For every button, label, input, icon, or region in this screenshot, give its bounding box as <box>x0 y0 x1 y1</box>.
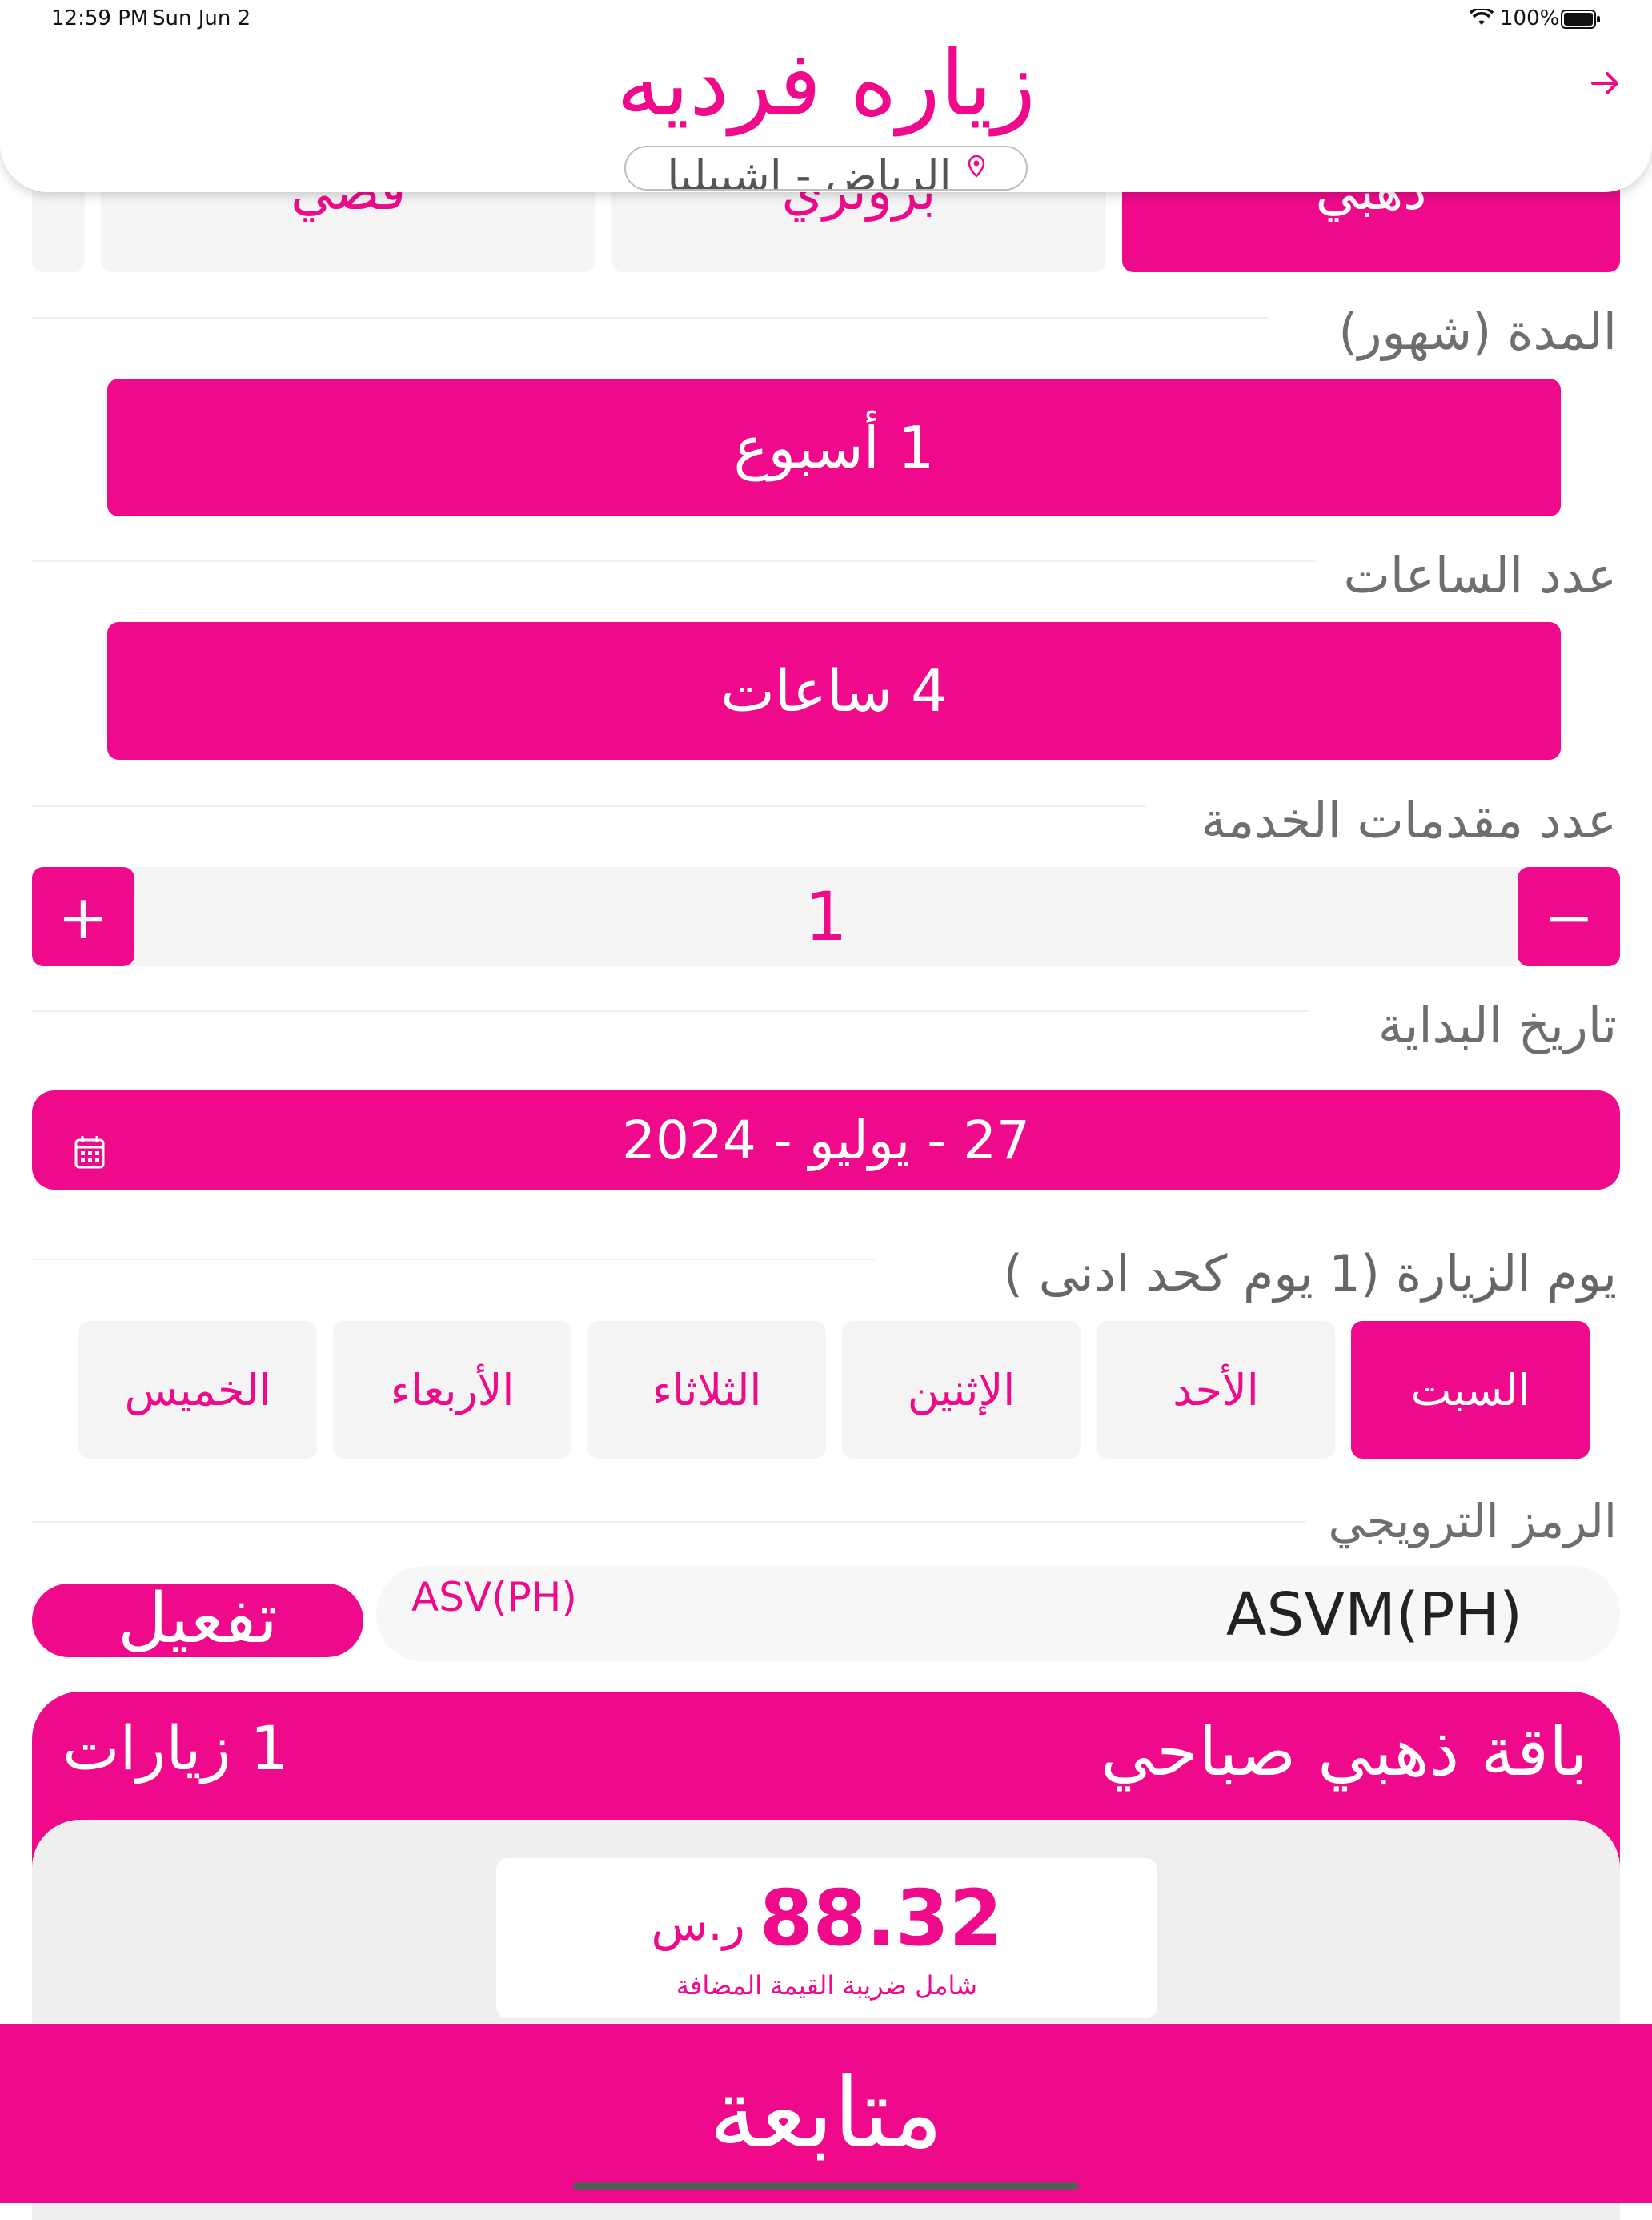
visit-day-label: يوم الزيارة (1 يوم كحد ادنى ) <box>1004 1244 1617 1303</box>
day-tuesday[interactable]: الثلاثاء <box>587 1321 826 1459</box>
duration-selector[interactable]: 1 أسبوع <box>107 379 1561 516</box>
duration-value: 1 أسبوع <box>733 414 935 481</box>
divider <box>32 1521 1306 1523</box>
wifi-icon <box>1469 6 1494 32</box>
divider <box>32 560 1316 562</box>
activate-label: تفعيل <box>117 1584 278 1657</box>
package-name: باقة ذهبي صباحي <box>1101 1712 1588 1791</box>
divider <box>32 805 1146 807</box>
visit-day-title: يوم الزيارة <box>1395 1244 1617 1303</box>
promo-hint: ASV(PH) <box>411 1574 577 1620</box>
hours-label: عدد الساعات <box>1343 546 1617 604</box>
promo-code-value: ASVM(PH) <box>1225 1580 1522 1649</box>
hours-value: 4 ساعات <box>720 657 948 725</box>
package-visits: 1 زيارات <box>62 1712 289 1784</box>
vat-note: شامل ضريبة القيمة المضافة <box>676 1970 978 2001</box>
day-sunday[interactable]: الأحد <box>1097 1321 1335 1459</box>
arrow-right-icon[interactable] <box>1582 67 1630 99</box>
quantity-stepper: + 1 − <box>32 867 1620 966</box>
price-box: ر.س 88.32 شامل ضريبة القيمة المضافة <box>496 1858 1157 2018</box>
price-row: ر.س 88.32 <box>496 1873 1157 1963</box>
location-chip[interactable]: الرياض - اشبيليا <box>624 146 1028 191</box>
activate-button[interactable]: تفعيل <box>32 1584 363 1657</box>
day-wednesday[interactable]: الأربعاء <box>333 1321 571 1459</box>
currency: ر.س <box>651 1897 745 1951</box>
start-date-label: تاريخ البداية <box>1377 996 1617 1054</box>
start-date-picker[interactable]: 27 - يوليو - 2024 <box>32 1090 1620 1190</box>
status-date: Sun Jun 2 <box>152 6 251 30</box>
status-bar: 12:59 PM Sun Jun 2 100% <box>0 0 1652 38</box>
quantity-value: 1 <box>804 877 848 956</box>
duration-label: المدة (شهور) <box>1338 303 1617 361</box>
battery-icon <box>1561 10 1601 34</box>
visit-day-note: (1 يوم كحد ادنى ) <box>1003 1244 1380 1303</box>
calendar-icon <box>74 1121 106 1182</box>
day-thursday[interactable]: الخميس <box>78 1321 317 1459</box>
minus-button[interactable]: − <box>1518 867 1620 966</box>
divider <box>32 317 1269 319</box>
status-time: 12:59 PM <box>51 6 149 30</box>
battery-percent: 100% <box>1500 6 1560 30</box>
providers-label: عدد مقدمات الخدمة <box>1201 791 1617 849</box>
home-indicator <box>573 2182 1079 2190</box>
location-text: الرياض - اشبيليا <box>667 150 952 191</box>
day-saturday[interactable]: السبت <box>1351 1321 1590 1459</box>
hours-selector[interactable]: 4 ساعات <box>107 622 1561 760</box>
continue-label: متابعة <box>708 2057 944 2170</box>
plus-button[interactable]: + <box>32 867 134 966</box>
divider <box>32 1259 877 1260</box>
price-value: 88.32 <box>759 1873 1003 1963</box>
pin-icon <box>968 155 985 182</box>
promo-label: الرمز الترويجي <box>1328 1494 1617 1548</box>
start-date-value: 27 - يوليو - 2024 <box>621 1109 1031 1171</box>
divider <box>32 1010 1309 1012</box>
continue-button[interactable]: متابعة <box>0 2024 1652 2203</box>
promo-input[interactable]: ASVM(PH) ASV(PH) <box>376 1566 1620 1662</box>
day-monday[interactable]: الإثنين <box>842 1321 1081 1459</box>
page-title: زياره فرديه <box>615 32 1037 136</box>
